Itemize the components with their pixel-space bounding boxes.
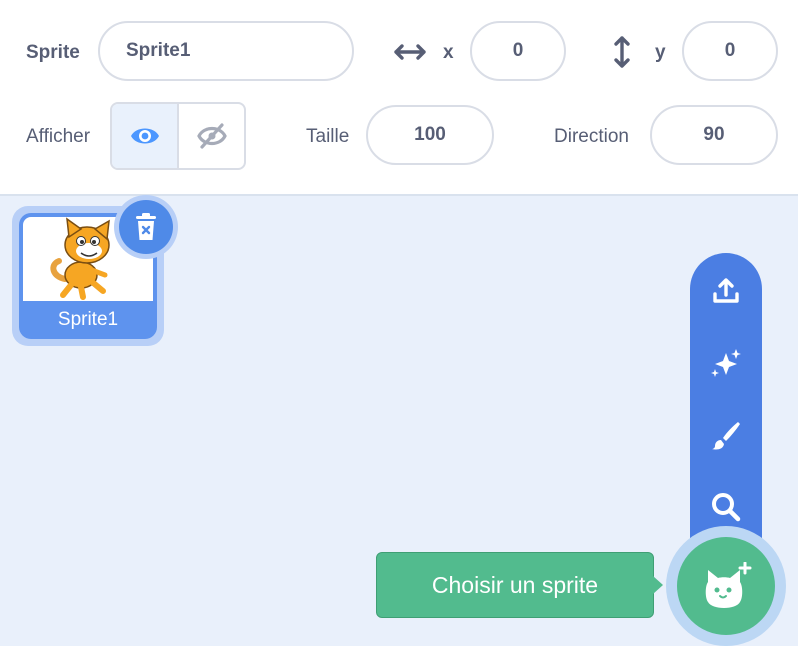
- horizontal-arrows-icon: [394, 44, 426, 60]
- vertical-arrows-icon: [614, 36, 630, 68]
- paint-icon: [712, 422, 740, 450]
- show-label: Afficher: [26, 126, 91, 147]
- sprite-label: Sprite: [26, 42, 80, 63]
- hide-sprite-button[interactable]: [177, 104, 244, 168]
- eye-icon: [130, 128, 159, 144]
- sprite-name-value: Sprite1: [126, 40, 191, 61]
- delete-sprite-button[interactable]: [114, 195, 178, 259]
- visibility-toggle-group: [110, 102, 246, 170]
- sprite-name-input[interactable]: Sprite1: [98, 21, 354, 81]
- search-icon: [712, 493, 741, 522]
- eye-slash-icon: [196, 123, 227, 149]
- y-label: y: [655, 42, 666, 63]
- upload-icon: [713, 278, 739, 303]
- upload-sprite-button[interactable]: [690, 263, 762, 319]
- tooltip-arrow: [653, 576, 663, 594]
- direction-label: Direction: [554, 126, 629, 147]
- show-sprite-button[interactable]: [112, 104, 177, 168]
- size-label: Taille: [306, 126, 350, 147]
- direction-value: 90: [703, 124, 725, 145]
- direction-input[interactable]: 90: [650, 105, 778, 165]
- add-sprite-button[interactable]: [677, 537, 775, 635]
- surprise-sprite-button[interactable]: [690, 335, 762, 391]
- sprite-tile-name: Sprite1: [57, 309, 119, 330]
- x-label: x: [443, 42, 454, 63]
- x-value: 0: [512, 40, 524, 61]
- choose-sprite-menu: [690, 253, 762, 573]
- trash-icon: [136, 213, 156, 240]
- y-value: 0: [724, 40, 736, 61]
- surprise-icon: [711, 349, 741, 377]
- paint-sprite-button[interactable]: [690, 407, 762, 463]
- y-input[interactable]: 0: [682, 21, 778, 81]
- size-value: 100: [414, 124, 446, 145]
- cat-plus-icon: [705, 562, 752, 608]
- sprite-info-panel: Sprite Sprite1 x 0 y 0 Afficher Taille 1…: [0, 0, 798, 196]
- x-input[interactable]: 0: [470, 21, 566, 81]
- choose-sprite-tooltip: Choisir un sprite: [376, 552, 654, 618]
- size-input[interactable]: 100: [366, 105, 494, 165]
